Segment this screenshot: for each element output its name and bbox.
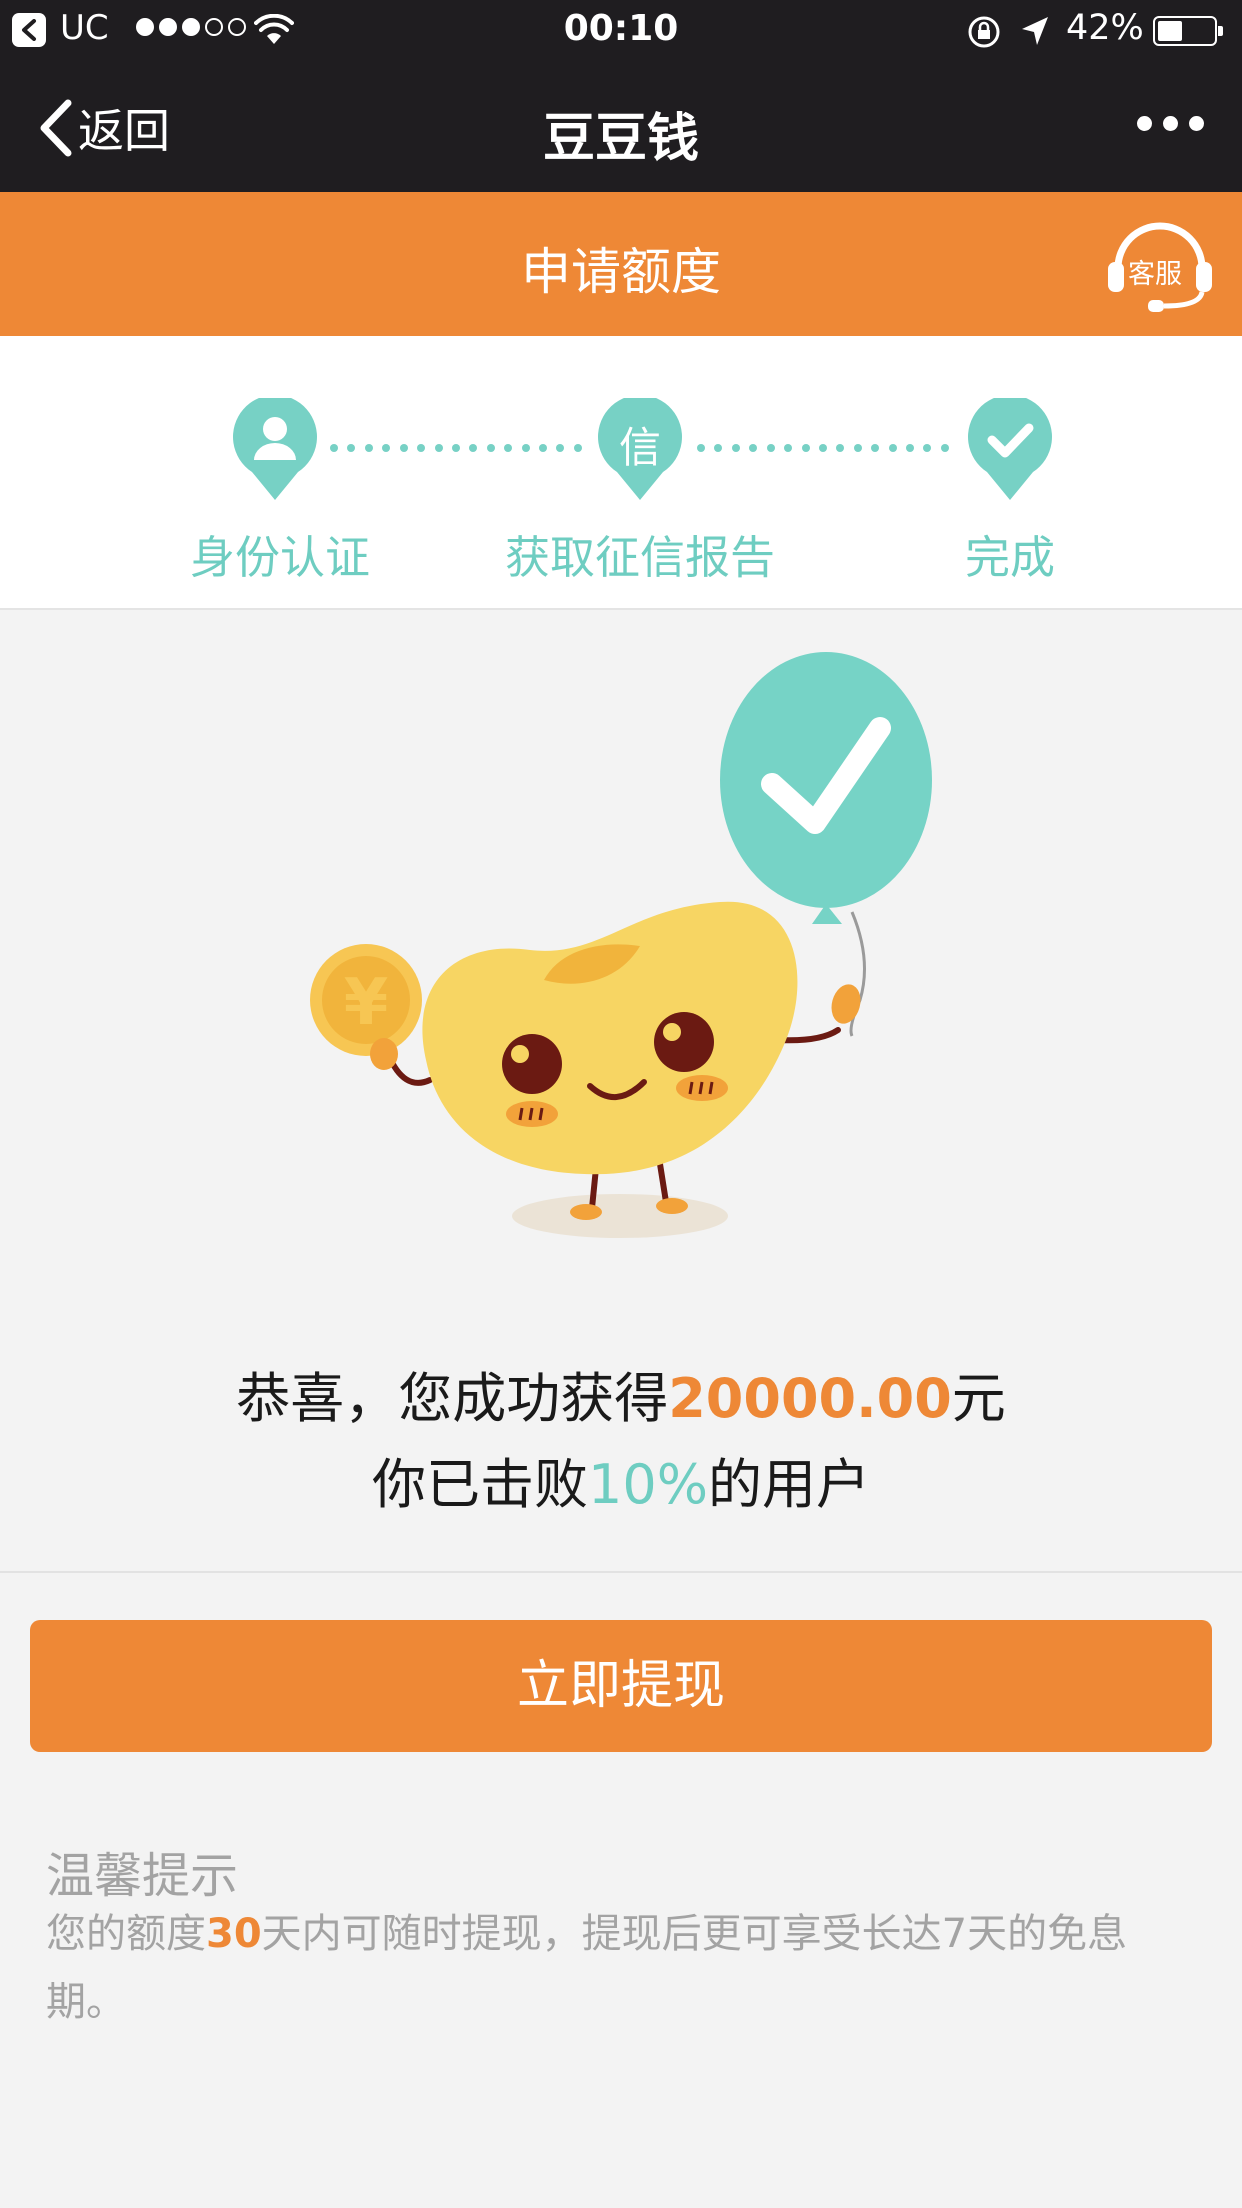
ranking-message: 你已击败10%的用户 bbox=[0, 1440, 1242, 1519]
divider bbox=[0, 1571, 1242, 1573]
bean-mascot-illustration: ¥ bbox=[310, 652, 932, 1238]
balloon-icon bbox=[720, 652, 932, 924]
tips-text: 您的额度30天内可随时提现，提现后更可享受长达7天的免息期。 bbox=[46, 1900, 1196, 2036]
section-title: 申请额度 bbox=[521, 243, 721, 301]
tips-text-prefix: 您的额度 bbox=[46, 1911, 206, 1957]
tips-days: 30 bbox=[206, 1911, 262, 1957]
step-label-credit-report: 获取征信报告 bbox=[504, 531, 775, 584]
currency-unit: 元 bbox=[951, 1367, 1006, 1430]
step-credit-report-icon: 信 bbox=[597, 398, 683, 502]
sub-header: 申请额度 客服 bbox=[0, 192, 1242, 336]
step-label-complete: 完成 bbox=[964, 531, 1055, 584]
success-prefix: 恭喜，您成功获得 bbox=[236, 1367, 669, 1430]
beat-percent: 10% bbox=[587, 1453, 709, 1516]
battery-icon bbox=[1153, 16, 1223, 46]
svg-text:¥: ¥ bbox=[344, 966, 389, 1040]
status-time: 00:10 bbox=[563, 8, 679, 49]
step-complete-icon bbox=[968, 398, 1052, 500]
step-label-identity: 身份认证 bbox=[189, 531, 370, 584]
rotation-lock-icon bbox=[968, 16, 1000, 48]
customer-service-label: 客服 bbox=[1128, 259, 1182, 290]
page-title: 豆豆钱 bbox=[542, 109, 699, 169]
ranking-suffix: 的用户 bbox=[708, 1453, 871, 1516]
battery-percent: 42% bbox=[1066, 8, 1144, 48]
tips-title: 温馨提示 bbox=[46, 1848, 239, 1904]
progress-steps: 信 身份认证 获取征信报告 完成 bbox=[0, 336, 1242, 610]
credit-amount: 20000.00 bbox=[668, 1367, 952, 1430]
success-message: 恭喜，您成功获得20000.00元 bbox=[0, 1354, 1242, 1433]
location-icon bbox=[1022, 17, 1048, 45]
more-menu-icon[interactable] bbox=[1137, 116, 1204, 131]
step-connector bbox=[330, 444, 582, 454]
nav-bar: 返回 豆豆钱 bbox=[0, 62, 1242, 192]
withdraw-now-button[interactable]: 立即提现 bbox=[30, 1620, 1212, 1752]
step-identity-icon bbox=[233, 398, 317, 500]
step-credit-glyph: 信 bbox=[618, 423, 661, 472]
step-connector bbox=[697, 444, 949, 454]
ranking-prefix: 你已击败 bbox=[371, 1453, 588, 1516]
coin-icon: ¥ bbox=[310, 944, 422, 1056]
status-bar: UC 00:10 42% bbox=[0, 0, 1242, 62]
customer-service-button[interactable]: 客服 bbox=[1104, 212, 1216, 316]
